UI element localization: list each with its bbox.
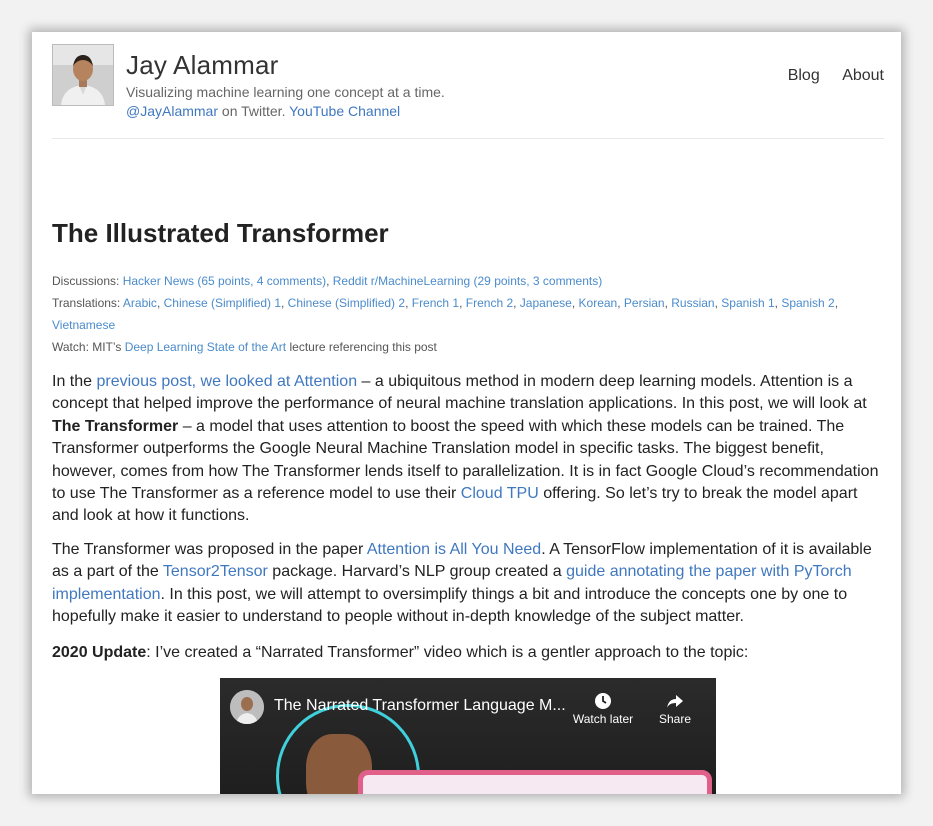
- bold-transformer: The Transformer: [52, 417, 179, 435]
- share-label: Share: [658, 712, 692, 726]
- youtube-embed[interactable]: The Narrated Transformer Language M... W…: [220, 678, 716, 794]
- watch-line: Watch: MIT’s Deep Learning State of the …: [52, 336, 872, 358]
- watch-prefix: Watch: MIT’s: [52, 340, 125, 354]
- translation-link[interactable]: French 2: [466, 296, 513, 310]
- separator: ,: [834, 296, 839, 310]
- nav-about[interactable]: About: [842, 67, 884, 84]
- share-button[interactable]: Share: [640, 688, 710, 726]
- translation-link[interactable]: Russian: [671, 296, 714, 310]
- text: . In this post, we will attempt to overs…: [52, 585, 848, 626]
- cloud-tpu-link[interactable]: Cloud TPU: [461, 485, 539, 502]
- youtube-link[interactable]: YouTube Channel: [289, 103, 400, 119]
- update-label: 2020 Update: [52, 644, 147, 661]
- mit-lecture-link[interactable]: Deep Learning State of the Art: [125, 340, 286, 354]
- tensor2tensor-link[interactable]: Tensor2Tensor: [163, 563, 268, 580]
- page-content: Jay Alammar Visualizing machine learning…: [52, 32, 884, 794]
- video-title[interactable]: The Narrated Transformer Language M...: [274, 697, 566, 715]
- text: In the: [52, 373, 97, 390]
- translation-link[interactable]: Arabic: [123, 296, 157, 310]
- separator: ,: [617, 296, 624, 310]
- site-title[interactable]: Jay Alammar: [126, 50, 278, 81]
- translation-link[interactable]: Persian: [624, 296, 665, 310]
- paragraph-paper: The Transformer was proposed in the pape…: [52, 539, 884, 629]
- separator: ,: [513, 296, 520, 310]
- separator: ,: [571, 296, 579, 310]
- post-title: The Illustrated Transformer: [52, 218, 389, 248]
- translations-label: Translations:: [52, 296, 123, 310]
- attention-paper-link[interactable]: Attention is All You Need: [367, 541, 541, 558]
- translation-link[interactable]: Japanese: [520, 296, 572, 310]
- previous-post-link[interactable]: previous post, we looked at Attention: [96, 373, 357, 390]
- main-nav: Blog About: [770, 67, 884, 85]
- translation-link[interactable]: Spanish 2: [781, 296, 834, 310]
- avatar-image: [53, 45, 113, 105]
- channel-avatar-image: [230, 690, 264, 724]
- paragraph-update: 2020 Update: I’ve created a “Narrated Tr…: [52, 642, 884, 664]
- watch-later-label: Watch later: [572, 712, 634, 726]
- separator: ,: [281, 296, 288, 310]
- discussions-label: Discussions:: [52, 274, 123, 288]
- site-tagline: Visualizing machine learning one concept…: [126, 84, 445, 100]
- hacker-news-link[interactable]: Hacker News (65 points, 4 comments): [123, 274, 326, 288]
- clock-icon: [568, 688, 638, 712]
- text: package. Harvard’s NLP group created a: [267, 563, 567, 581]
- text: : I’ve created a “Narrated Transformer” …: [146, 644, 749, 661]
- paragraph-intro: In the previous post, we looked at Atten…: [52, 371, 884, 528]
- discussions-line: Discussions: Hacker News (65 points, 4 c…: [52, 270, 872, 292]
- reddit-link[interactable]: Reddit r/MachineLearning (29 points, 3 c…: [333, 274, 602, 288]
- twitter-suffix: on Twitter.: [218, 103, 290, 119]
- translation-link[interactable]: Vietnamese: [52, 318, 115, 332]
- separator: ,: [326, 274, 333, 288]
- watch-later-button[interactable]: Watch later: [568, 688, 638, 726]
- translation-link[interactable]: French 1: [412, 296, 459, 310]
- nav-blog[interactable]: Blog: [788, 67, 820, 84]
- translations-line: Translations: Arabic, Chinese (Simplifie…: [52, 292, 872, 336]
- channel-avatar[interactable]: [230, 690, 264, 724]
- translation-link[interactable]: Spanish 1: [721, 296, 774, 310]
- separator: ,: [156, 296, 164, 310]
- twitter-link[interactable]: @JayAlammar: [126, 103, 218, 119]
- social-links: @JayAlammar on Twitter. YouTube Channel: [126, 103, 400, 119]
- watch-suffix: lecture referencing this post: [286, 340, 437, 354]
- separator: ,: [459, 296, 466, 310]
- translation-link[interactable]: Korean: [579, 296, 618, 310]
- avatar[interactable]: [52, 44, 114, 106]
- page-frame: Jay Alammar Visualizing machine learning…: [32, 32, 901, 794]
- separator: ,: [405, 296, 412, 310]
- translation-link[interactable]: Chinese (Simplified) 1: [164, 296, 281, 310]
- site-header: Jay Alammar Visualizing machine learning…: [52, 32, 884, 139]
- video-thumbnail-card: [358, 770, 712, 794]
- text: The Transformer was proposed in the pape…: [52, 541, 367, 558]
- share-arrow-icon: [640, 688, 710, 712]
- translation-link[interactable]: Chinese (Simplified) 2: [288, 296, 405, 310]
